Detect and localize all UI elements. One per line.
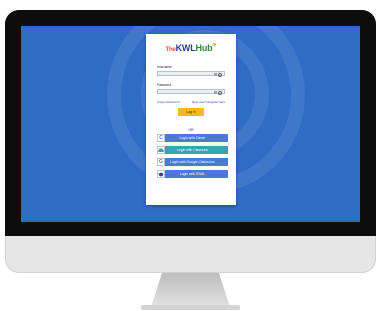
login-button[interactable]: Log in xyxy=(178,108,204,116)
username-field[interactable] xyxy=(157,71,225,77)
username-label: Username xyxy=(157,65,172,69)
graduation-cap-icon xyxy=(157,170,165,178)
login-clever-label: Login with Clever xyxy=(179,136,206,140)
person-icon xyxy=(217,72,222,77)
password-field[interactable] xyxy=(157,89,225,95)
login-google-classroom-label: Login with Google Classroom xyxy=(170,160,215,164)
key-icon xyxy=(217,90,222,95)
login-card: TheKWLHub Username Password Forgot Passw… xyxy=(146,34,236,205)
monitor-stand xyxy=(151,273,230,307)
password-label: Password xyxy=(157,83,171,87)
login-classlink-button[interactable]: Login with ClassLink xyxy=(157,146,228,154)
monitor-stand-base xyxy=(141,305,240,310)
kwl-hub-logo: TheKWLHub xyxy=(146,43,236,53)
or-divider: OR xyxy=(188,128,194,132)
register-link[interactable]: New user? Register here xyxy=(192,100,225,104)
keyboard-icon[interactable] xyxy=(214,72,217,76)
classlink-cloud-icon xyxy=(157,146,165,154)
clever-icon: C xyxy=(157,134,165,142)
login-ssml-button[interactable]: Login with SSML xyxy=(157,170,228,178)
login-ssml-label: Login with SSML xyxy=(179,172,206,176)
login-clever-button[interactable]: C Login with Clever xyxy=(157,134,228,142)
google-icon: G xyxy=(157,158,165,166)
forgot-password-link[interactable]: Forgot Password xyxy=(157,100,180,104)
login-classlink-label: Login with ClassLink xyxy=(177,148,208,152)
keyboard-icon[interactable] xyxy=(214,90,217,94)
login-google-classroom-button[interactable]: G Login with Google Classroom xyxy=(157,158,228,166)
